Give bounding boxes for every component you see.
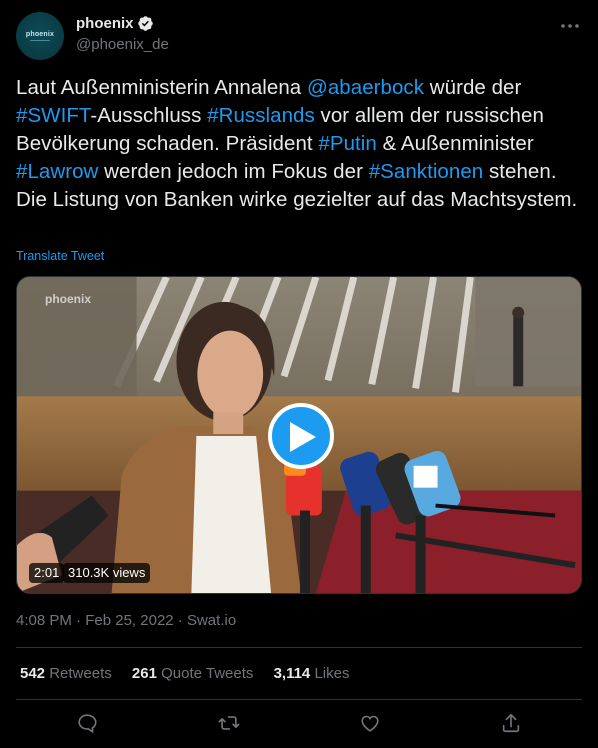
retweets-label: Retweets	[49, 665, 112, 682]
translate-tweet-link[interactable]: Translate Tweet	[16, 249, 104, 263]
video-watermark: phoenix	[45, 292, 92, 306]
play-icon	[290, 422, 316, 452]
tweet-text-segment: würde der	[424, 76, 522, 99]
author-names: phoenix @phoenix_de	[76, 15, 169, 53]
tweet-stats: 542 Retweets 261 Quote Tweets 3,114 Like…	[20, 665, 365, 682]
reply-icon[interactable]	[76, 712, 98, 734]
video-views: 310.3K views	[63, 563, 151, 583]
avatar[interactable]: phoenix	[16, 12, 64, 60]
video-duration: 2:01	[29, 563, 65, 583]
quote-tweets-stat[interactable]: 261 Quote Tweets	[132, 665, 253, 682]
hashtag-link[interactable]: #Russlands	[207, 104, 315, 127]
quote-tweets-count: 261	[131, 665, 157, 682]
hashtag-link[interactable]: #SWIFT	[16, 104, 90, 127]
video-player[interactable]: phoenix 2:01 310.3K views	[16, 276, 582, 594]
heart-icon[interactable]	[359, 712, 381, 734]
verified-badge-icon	[137, 16, 153, 32]
tweet-meta: 4:08 PM · Feb 25, 2022 · Swat.io	[16, 612, 236, 629]
retweet-icon[interactable]	[218, 712, 240, 734]
hashtag-link[interactable]: #Putin	[318, 132, 376, 155]
meta-separator: ·	[76, 612, 82, 629]
avatar-logo-bar	[30, 40, 50, 41]
retweets-count: 542	[20, 665, 46, 682]
display-name[interactable]: phoenix	[76, 15, 134, 32]
play-button[interactable]	[268, 403, 334, 469]
mention-link[interactable]: @abaerbock	[307, 76, 424, 99]
avatar-logo-text: phoenix	[25, 31, 55, 38]
tweet-header: phoenix phoenix @phoenix_de	[16, 12, 582, 60]
handle[interactable]: @phoenix_de	[76, 36, 169, 53]
hashtag-link[interactable]: #Lawrow	[16, 160, 98, 183]
tweet-detail: phoenix phoenix @phoenix_de Laut Außenmi…	[0, 0, 598, 748]
more-options-icon[interactable]	[558, 14, 582, 38]
likes-label: Likes	[314, 665, 350, 682]
tweet-time[interactable]: 4:08 PM	[16, 612, 72, 629]
share-icon[interactable]	[500, 712, 522, 734]
divider	[16, 647, 582, 648]
meta-separator: ·	[177, 612, 183, 629]
quote-tweets-label: Quote Tweets	[161, 665, 254, 682]
tweet-actions	[0, 712, 598, 736]
likes-stat[interactable]: 3,114 Likes	[274, 665, 350, 682]
tweet-source[interactable]: Swat.io	[187, 612, 236, 629]
tweet-text-segment: -Ausschluss	[90, 104, 208, 127]
hashtag-link[interactable]: #Sanktionen	[369, 160, 484, 183]
tweet-text-segment: Laut Außenministerin Annalena	[16, 76, 307, 99]
retweets-stat[interactable]: 542 Retweets	[20, 665, 112, 682]
tweet-text: Laut Außenministerin Annalena @abaerbock…	[16, 74, 584, 214]
likes-count: 3,114	[273, 665, 311, 682]
tweet-date[interactable]: Feb 25, 2022	[85, 612, 173, 629]
tweet-text-segment: & Außenminister	[376, 132, 534, 155]
tweet-text-segment: werden jedoch im Fokus der	[98, 160, 369, 183]
divider	[16, 699, 582, 700]
